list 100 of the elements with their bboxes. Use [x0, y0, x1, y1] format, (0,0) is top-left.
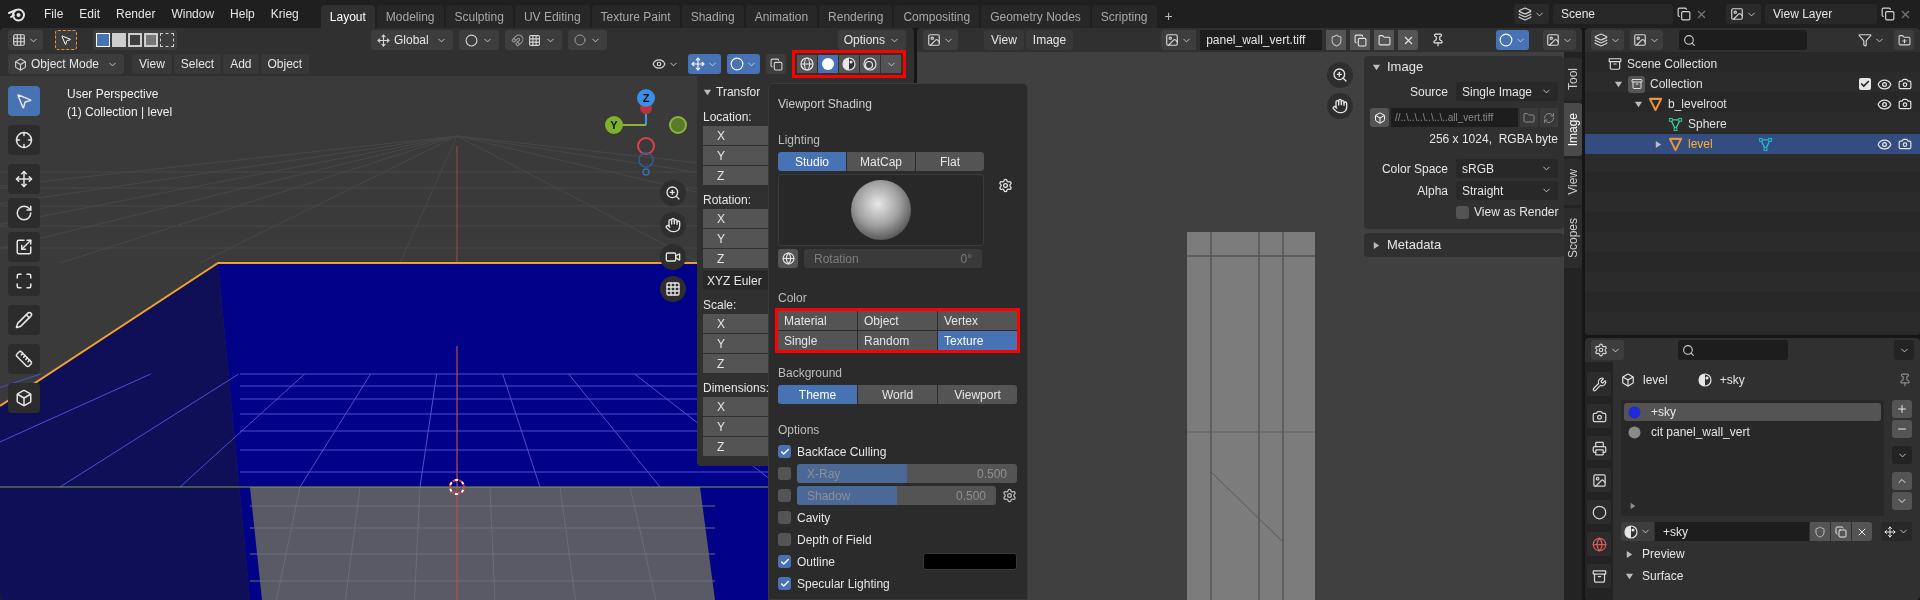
menu-item[interactable]: Help: [222, 5, 263, 23]
segment-option[interactable]: Viewport: [938, 385, 1017, 404]
fake-user-button[interactable]: [1810, 522, 1830, 541]
new-image-button[interactable]: [1350, 30, 1371, 50]
checkbox[interactable]: [778, 577, 791, 590]
outliner-row[interactable]: Collection: [1585, 74, 1920, 94]
properties-tab[interactable]: [1587, 500, 1611, 524]
fake-user-button[interactable]: [1326, 30, 1347, 50]
workspace-tab[interactable]: Texture Paint: [591, 5, 680, 28]
expand-arrow-icon[interactable]: [1372, 62, 1381, 72]
shading-mode-button[interactable]: [818, 55, 838, 73]
new-collection-button[interactable]: [1894, 30, 1914, 50]
checkbox[interactable]: [1456, 205, 1469, 219]
select-box-tool-button[interactable]: [55, 30, 77, 50]
scene-selector-button[interactable]: [1514, 4, 1549, 24]
proportional-edit-button[interactable]: [568, 30, 607, 50]
alpha-dropdown[interactable]: Straight: [1456, 181, 1558, 200]
color-space-dropdown[interactable]: sRGB: [1456, 159, 1558, 178]
workspace-tab[interactable]: UV Editing: [514, 5, 590, 28]
axis-field[interactable]: Z: [703, 437, 771, 456]
search-field[interactable]: [1678, 340, 1788, 360]
axis-field[interactable]: Z: [703, 354, 771, 373]
expand-arrow-icon[interactable]: [703, 87, 712, 97]
xray-toggle-button[interactable]: [766, 54, 786, 74]
menu-item[interactable]: Edit: [71, 5, 109, 23]
tool-button[interactable]: [8, 344, 40, 374]
expand-arrow-icon[interactable]: [1613, 79, 1623, 89]
image-browse-button[interactable]: [1161, 30, 1197, 50]
expand-arrow-icon[interactable]: [1625, 571, 1634, 581]
tool-button[interactable]: [8, 125, 40, 155]
outliner-row[interactable]: level: [1585, 134, 1920, 154]
collapsible-panel-header[interactable]: Surface: [1621, 567, 1912, 585]
material-slot[interactable]: cit panel_wall_vert: [1624, 423, 1881, 441]
overlay-toggle-button[interactable]: [727, 54, 760, 74]
tool-button[interactable]: [8, 198, 40, 228]
axis-field[interactable]: Y: [703, 417, 771, 436]
axis-field[interactable]: Y: [703, 146, 771, 165]
workspace-tab[interactable]: Geometry Nodes: [981, 5, 1090, 28]
tool-button[interactable]: [8, 383, 40, 413]
editor-type-button[interactable]: [1591, 340, 1624, 360]
properties-tab[interactable]: [1587, 436, 1611, 460]
exclude-checkbox[interactable]: [1859, 78, 1871, 90]
segment-option[interactable]: Studio: [778, 152, 846, 171]
workspace-tab[interactable]: Sculpting: [445, 5, 513, 28]
workspace-tab[interactable]: Animation: [745, 5, 818, 28]
segment-option[interactable]: Random: [858, 331, 937, 350]
source-dropdown[interactable]: Single Image: [1456, 82, 1558, 101]
display-channels-button[interactable]: [1543, 30, 1576, 50]
axis-field[interactable]: X: [703, 209, 771, 228]
axis-field[interactable]: Y: [703, 334, 771, 353]
axis-field[interactable]: X: [703, 126, 771, 145]
add-slot-button[interactable]: [1892, 400, 1912, 418]
workspace-tab[interactable]: Compositing: [894, 5, 980, 28]
gizmo-toggle-button[interactable]: [688, 54, 721, 74]
segment-option[interactable]: World: [858, 385, 937, 404]
properties-tab[interactable]: [1587, 372, 1611, 396]
segment-option[interactable]: Vertex: [938, 311, 1017, 330]
material-slot[interactable]: +sky: [1624, 403, 1881, 421]
collapsible-panel-header[interactable]: Preview: [1621, 545, 1912, 563]
menu-item[interactable]: Image: [1025, 30, 1074, 50]
sidebar-tab[interactable]: Scopes: [1564, 208, 1582, 269]
duplicate-button[interactable]: [1831, 522, 1851, 541]
checkbox[interactable]: [778, 467, 791, 480]
mode-dropdown[interactable]: Object Mode: [8, 54, 124, 74]
properties-tab[interactable]: [1587, 468, 1611, 492]
move-down-button[interactable]: [1892, 492, 1912, 510]
rotation-mode-dropdown[interactable]: XYZ Euler: [703, 271, 771, 290]
expand-arrow-icon[interactable]: [1372, 240, 1381, 250]
view-layer-field[interactable]: View Layer: [1765, 4, 1877, 24]
move-up-button[interactable]: [1892, 472, 1912, 490]
unlink-button[interactable]: [1398, 30, 1419, 50]
expand-arrow-icon[interactable]: [1633, 99, 1643, 109]
filepath-field[interactable]: //..\..\..\..\..\..all_vert.tiff: [1391, 108, 1518, 127]
reload-icon[interactable]: [1540, 108, 1558, 127]
overlay-toggle-button[interactable]: [1496, 30, 1529, 50]
image-name-field[interactable]: panel_wall_vert.tiff: [1200, 30, 1323, 50]
axis-field[interactable]: X: [703, 397, 771, 416]
menu-item[interactable]: View: [984, 30, 1024, 50]
filter-layer-button[interactable]: [1630, 30, 1663, 50]
axis-field[interactable]: Z: [703, 166, 771, 185]
shading-mode-button[interactable]: [860, 55, 880, 73]
menu-item[interactable]: View: [132, 54, 172, 74]
navigation-gizmo[interactable]: Z Y: [600, 84, 690, 176]
workspace-tab[interactable]: Layout: [320, 5, 375, 28]
segment-option[interactable]: Material: [778, 311, 857, 330]
pack-button[interactable]: [1370, 108, 1389, 127]
editor-type-button[interactable]: [8, 30, 43, 50]
open-image-button[interactable]: [1374, 30, 1395, 50]
workspace-tab[interactable]: Shading: [681, 5, 744, 28]
visibility-eye-icon[interactable]: [1877, 76, 1892, 92]
tool-button[interactable]: [8, 305, 40, 335]
segment-option[interactable]: Flat: [916, 152, 984, 171]
axis-field[interactable]: Y: [703, 229, 771, 248]
segment-option[interactable]: Texture: [938, 331, 1017, 350]
checkbox[interactable]: [778, 489, 791, 502]
zoom-button[interactable]: [1327, 62, 1353, 88]
menu-item[interactable]: File: [36, 5, 72, 23]
snap-button[interactable]: [505, 30, 562, 50]
select-mode-group[interactable]: [93, 30, 177, 50]
outliner-row[interactable]: Sphere: [1585, 114, 1920, 134]
